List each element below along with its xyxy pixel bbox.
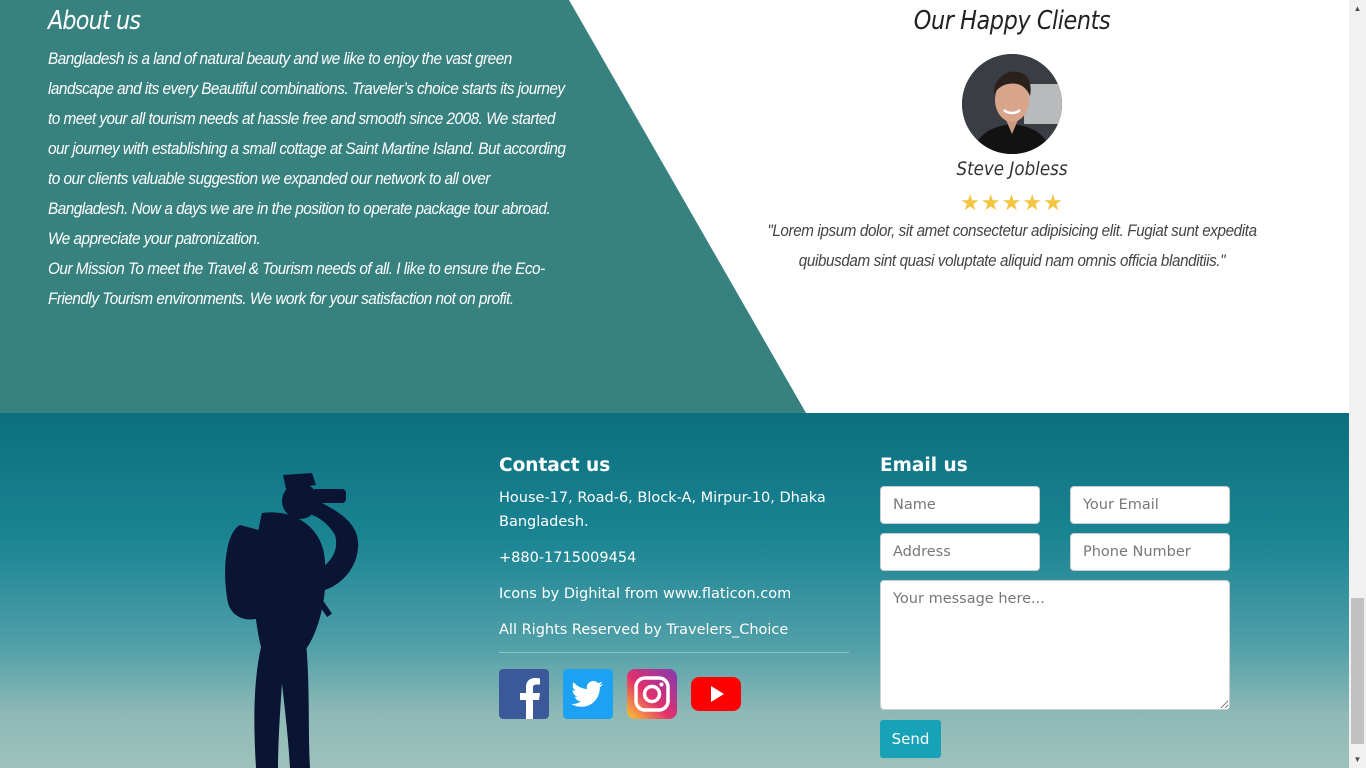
address-input[interactable] [880,533,1040,571]
instagram-icon[interactable] [627,669,677,719]
about-section: About us Bangladesh is a land of natural… [0,0,1349,413]
vertical-scrollbar[interactable]: ▲ ▼ [1349,0,1366,768]
about-title: About us [48,6,141,36]
scroll-thumb[interactable] [1351,598,1364,744]
client-name: Steve Jobless [956,158,1068,180]
email-title: Email us [880,455,968,476]
social-links [499,669,849,719]
rating-stars: ★★★★★ [960,190,1064,215]
clients-title: Our Happy Clients [913,6,1111,36]
phone-input[interactable] [1070,533,1230,571]
footer: Contact us House-17, Road-6, Block-A, Mi… [0,413,1349,768]
message-textarea[interactable] [880,580,1230,710]
icon-credits: Icons by Dighital from www.flaticon.com [499,586,792,602]
name-input[interactable] [880,486,1040,524]
client-quote: "Lorem ipsum dolor, sit amet consectetur… [767,222,1257,270]
send-button[interactable]: Send [880,720,941,758]
about-block: About us Bangladesh is a land of natural… [48,6,568,314]
form-row [880,533,1230,571]
form-row [880,486,1230,524]
email-form: Email us Send [880,455,1230,758]
email-input[interactable] [1070,486,1230,524]
twitter-icon[interactable] [563,669,613,719]
client-avatar [962,54,1062,154]
happy-clients-block: Our Happy Clients Steve Jobless ★★★★★ "L… [730,6,1294,276]
contact-block: Contact us House-17, Road-6, Block-A, Mi… [499,455,849,719]
about-mission: Our Mission To meet the Travel & Tourism… [48,260,545,308]
contact-address: House-17, Road-6, Block-A, Mirpur-10, Dh… [499,490,826,530]
rights-reserved: All Rights Reserved by Travelers_Choice [499,622,789,638]
scroll-down-icon[interactable]: ▼ [1349,751,1366,768]
divider [499,652,849,653]
contact-title: Contact us [499,455,611,476]
traveler-silhouette-image [225,473,359,768]
contact-phone: +880-1715009454 [499,550,637,566]
scroll-up-icon[interactable]: ▲ [1349,0,1366,17]
youtube-icon[interactable] [691,669,741,719]
facebook-icon[interactable] [499,669,549,719]
about-text: Bangladesh is a land of natural beauty a… [48,50,566,248]
